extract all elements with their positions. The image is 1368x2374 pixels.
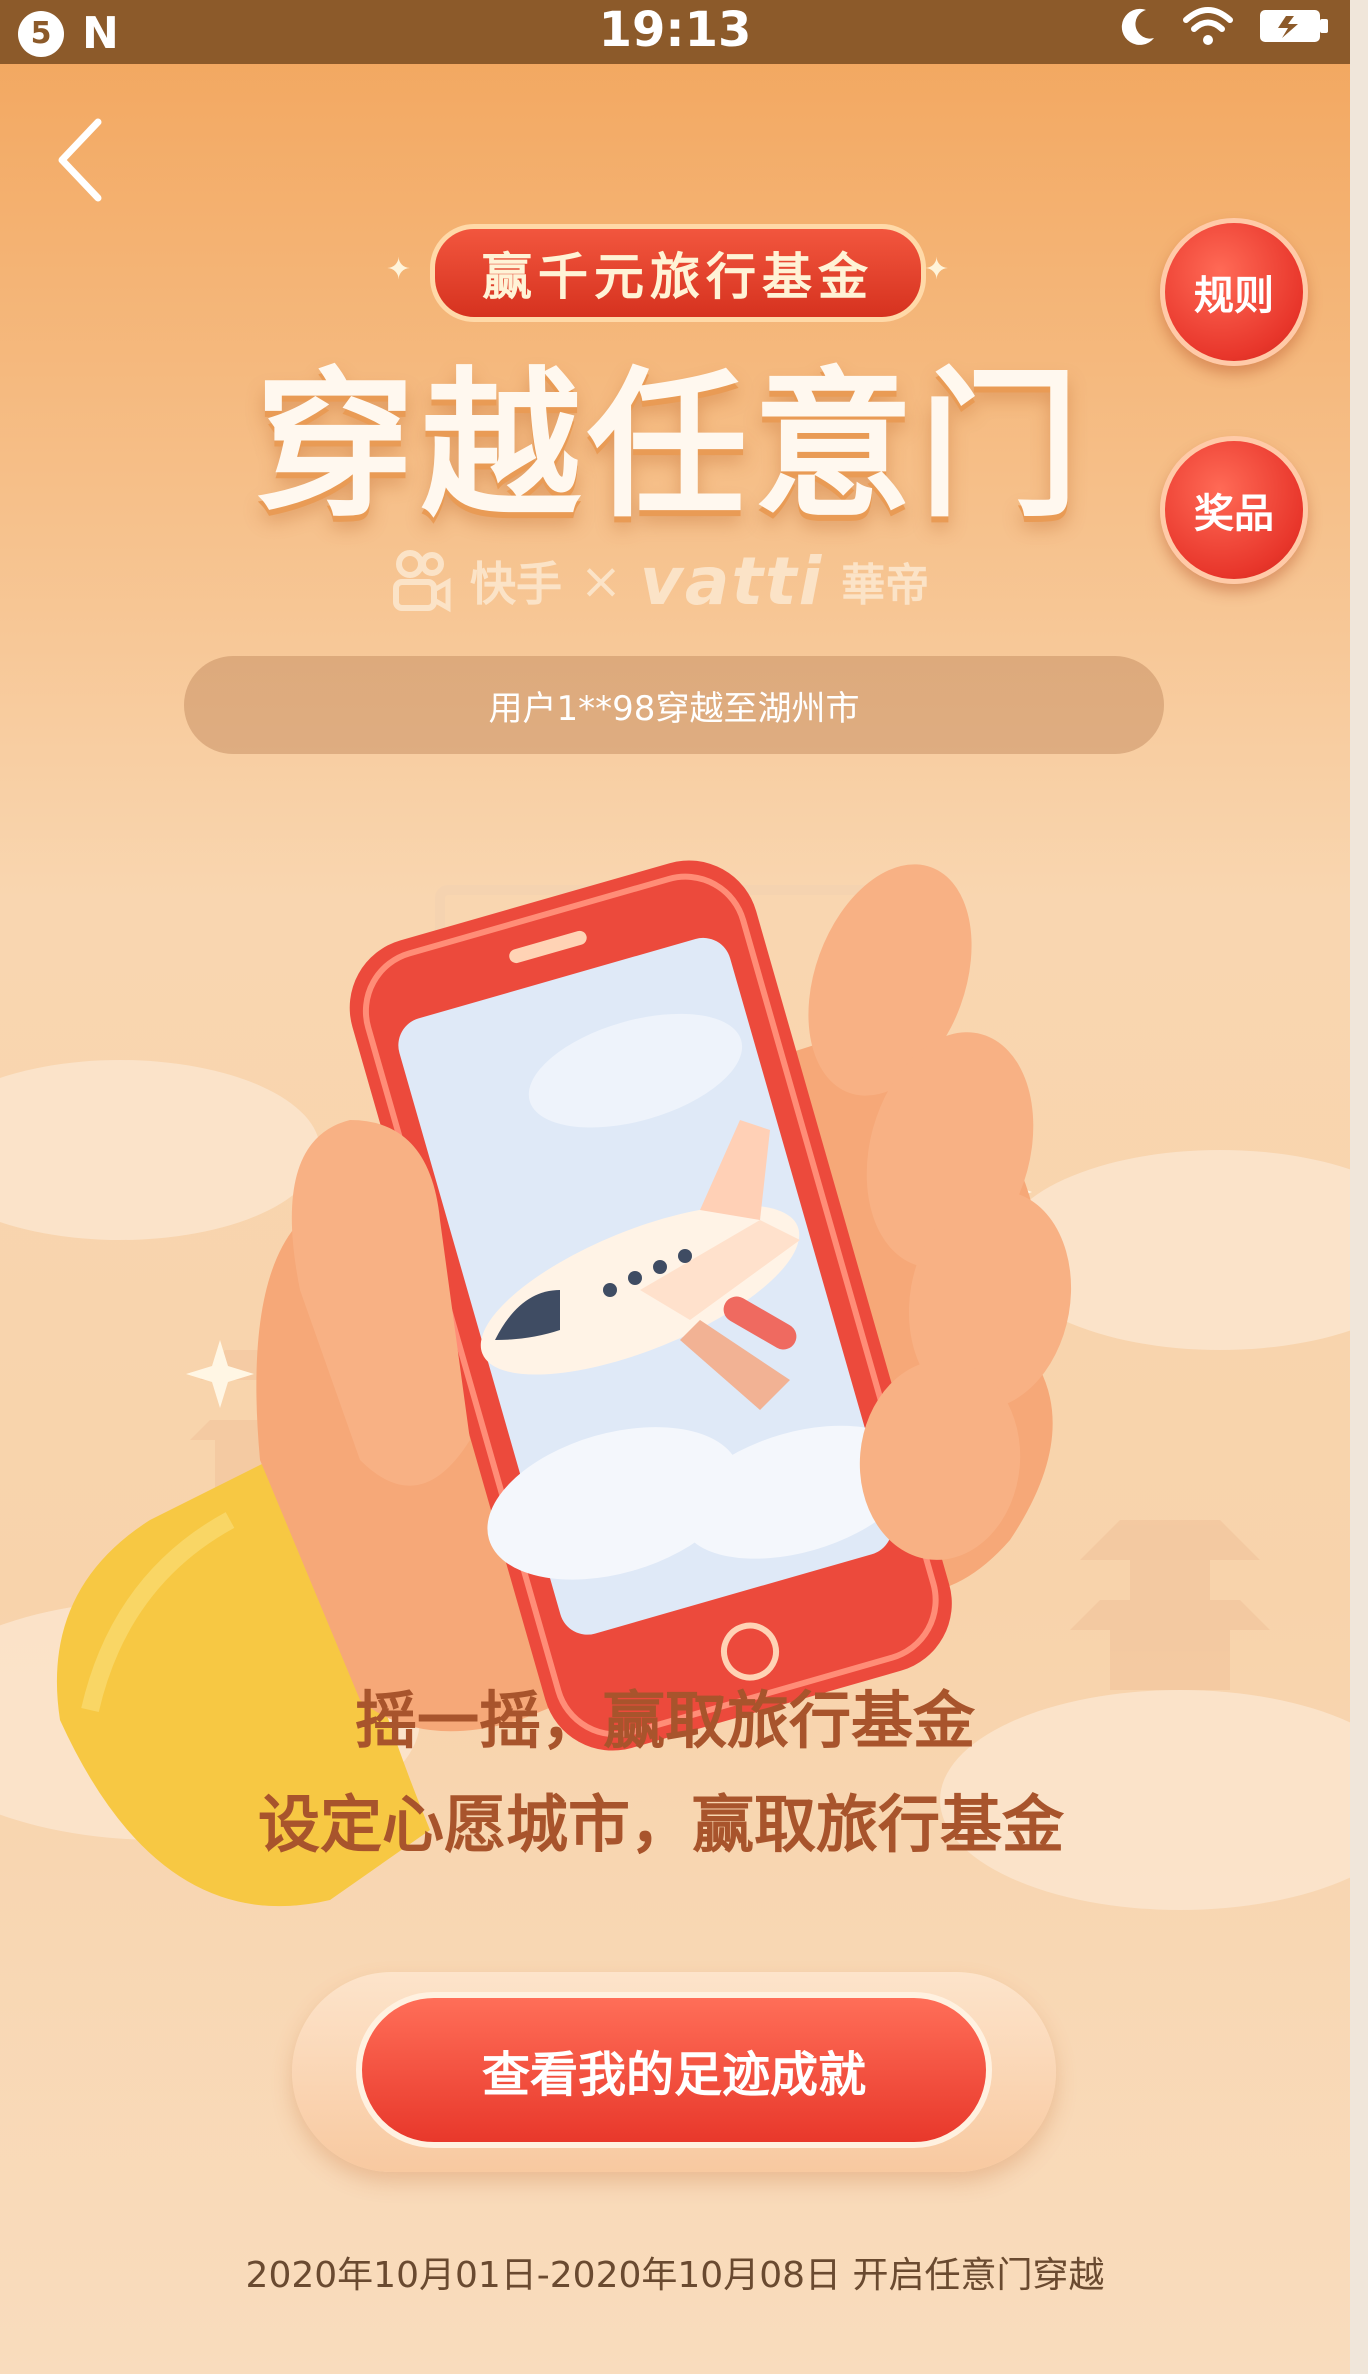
moon-icon <box>1121 8 1154 45</box>
winner-ticker: 用户1**98穿越至湖州市 <box>184 656 1164 754</box>
wifi-icon <box>1183 7 1233 45</box>
status-bar: 5 N 19:13 <box>0 0 1350 64</box>
view-footprint-button[interactable]: 查看我的足迹成就 <box>356 1992 992 2148</box>
prize-badge: 赢千元旅行基金 <box>430 224 926 322</box>
screen-edge <box>1350 0 1368 2374</box>
brand-huadi: 華帝 <box>841 560 930 611</box>
brand-kuaishou: 快手 <box>470 557 562 611</box>
back-icon[interactable] <box>40 110 120 210</box>
headline-shake: 摇一摇，赢取旅行基金 <box>354 1684 975 1757</box>
headline-wish-city: 设定心愿城市，赢取旅行基金 <box>257 1788 1064 1861</box>
prizes-button[interactable]: 奖品 <box>1160 436 1308 584</box>
brand-logos: 快手 × vatti 華帝 <box>390 543 990 620</box>
sparkle-icon: ✦ <box>386 252 412 287</box>
battery-icon <box>1260 10 1328 42</box>
event-date-range: 2020年10月01日-2020年10月08日 开启任意门穿越 <box>245 2255 1105 2296</box>
brand-separator: × <box>580 552 622 610</box>
page-title: 穿越任意门 <box>254 352 1085 539</box>
app-screen: 5 N 19:13 规则 奖品 ✦ ✦ 赢千元旅行基金 穿越任意门 快手 × v… <box>0 0 1350 2374</box>
sparkle-icon: ✦ <box>924 252 950 287</box>
kuaishou-logo-icon <box>393 550 451 613</box>
brand-vatti: vatti <box>639 542 824 620</box>
rules-button[interactable]: 规则 <box>1160 218 1308 366</box>
status-bar-right <box>1116 4 1330 48</box>
pagoda-icon <box>1070 1520 1270 1690</box>
